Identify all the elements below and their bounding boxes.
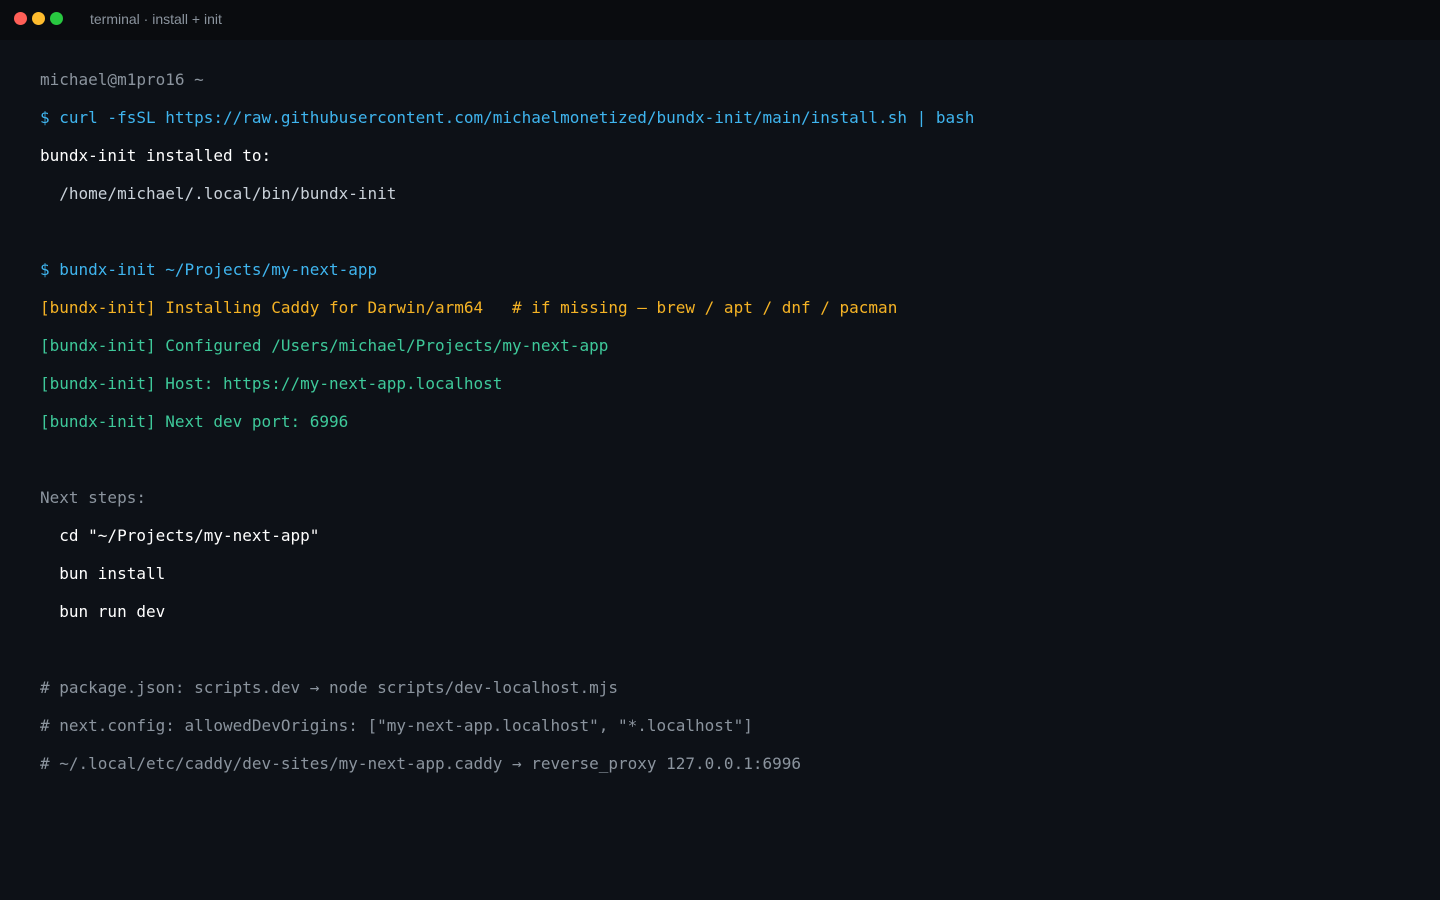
terminal-line-command: $ bundx-init ~/Projects/my-next-app	[40, 260, 378, 279]
terminal-line-output: bun install	[40, 564, 166, 583]
terminal-line-prompt: michael@m1pro16 ~	[40, 70, 204, 89]
terminal-output[interactable]: michael@m1pro16 ~ $ curl -fsSL https://ra…	[40, 61, 1420, 783]
terminal-line-success: [bundx-init] Host: https://my-next-app.l…	[40, 374, 503, 393]
terminal-line-success: [bundx-init] Next dev port: 6996	[40, 412, 349, 431]
terminal-line-command: $ curl -fsSL https://raw.githubuserconte…	[40, 108, 975, 127]
terminal-line-comment: # package.json: scripts.dev → node scrip…	[40, 678, 618, 697]
minimize-window-button[interactable]	[32, 12, 45, 25]
terminal-line-prompt: Next steps:	[40, 488, 146, 507]
terminal-line-output: cd "~/Projects/my-next-app"	[40, 526, 320, 545]
close-window-button[interactable]	[14, 12, 27, 25]
terminal-line-success: [bundx-init] Configured /Users/michael/P…	[40, 336, 609, 355]
terminal-line-output: bundx-init installed to:	[40, 146, 272, 165]
terminal-line-path: /home/michael/.local/bin/bundx-init	[40, 184, 397, 203]
maximize-window-button[interactable]	[50, 12, 63, 25]
terminal-line-warning: [bundx-init] Installing Caddy for Darwin…	[40, 298, 898, 317]
terminal-line-comment: # ~/.local/etc/caddy/dev-sites/my-next-a…	[40, 754, 801, 773]
terminal-line-output: bun run dev	[40, 602, 166, 621]
title-bar[interactable]: terminal · install + init	[0, 0, 1440, 40]
terminal-window[interactable]: terminal · install + init michael@m1pro1…	[0, 0, 1440, 900]
window-title: terminal · install + init	[90, 11, 222, 27]
terminal-line-comment: # next.config: allowedDevOrigins: ["my-n…	[40, 716, 753, 735]
